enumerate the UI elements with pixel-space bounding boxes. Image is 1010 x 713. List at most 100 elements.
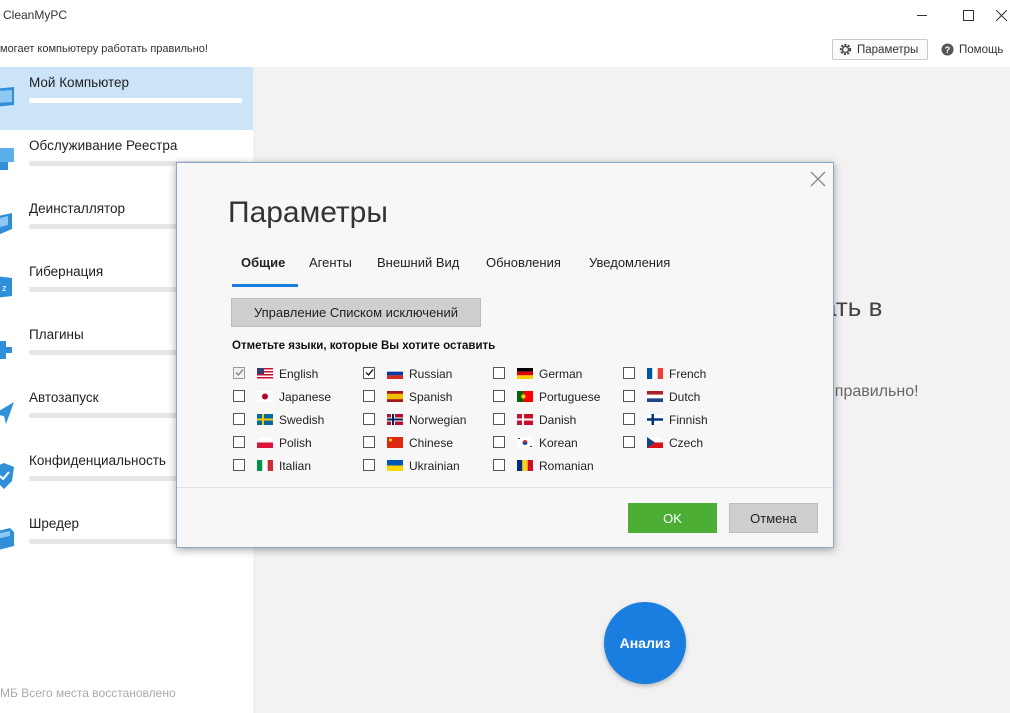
gear-icon	[839, 43, 852, 56]
checkbox[interactable]	[623, 413, 635, 425]
language-label: Ukrainian	[409, 459, 460, 473]
flag-us-icon	[257, 368, 273, 379]
autorun-icon	[0, 402, 14, 424]
help-icon: ?	[941, 43, 954, 56]
tab-general[interactable]: Общие	[241, 255, 285, 270]
flag-ua-icon	[387, 460, 403, 471]
close-window-button[interactable]	[992, 0, 1010, 30]
language-label: Russian	[409, 367, 453, 381]
flag-se-icon	[257, 414, 273, 425]
help-button-label: Помощь	[959, 43, 1004, 56]
language-label: Finnish	[669, 413, 708, 427]
language-label: Dutch	[669, 390, 701, 404]
tab-appearance[interactable]: Внешний Вид	[377, 255, 459, 270]
checkbox[interactable]	[363, 367, 375, 379]
registry-icon	[0, 148, 14, 170]
flag-cz-icon	[647, 437, 663, 448]
svg-text:?: ?	[945, 45, 951, 55]
checkbox[interactable]	[363, 459, 375, 471]
minimize-button[interactable]	[900, 0, 944, 30]
flag-pt-icon	[517, 391, 533, 402]
sidebar-item-label: Автозапуск	[29, 390, 99, 405]
settings-button[interactable]: Параметры	[832, 39, 928, 60]
app-slogan: могает компьютеру работать правильно!	[0, 43, 208, 55]
checkbox[interactable]	[493, 413, 505, 425]
flag-dk-icon	[517, 414, 533, 425]
flag-fi-icon	[647, 414, 663, 425]
language-label: Spanish	[409, 390, 453, 404]
svg-text:z: z	[2, 283, 7, 293]
maximize-icon	[962, 9, 974, 21]
close-icon[interactable]	[810, 171, 826, 187]
tab-updates[interactable]: Обновления	[486, 255, 561, 270]
sidebar-item-label: Шредер	[29, 516, 79, 531]
flag-fr-icon	[647, 368, 663, 379]
flag-es-icon	[387, 391, 403, 402]
app-title: CleanMyPC	[3, 8, 68, 22]
flag-pl-icon	[257, 437, 273, 448]
privacy-icon	[0, 463, 14, 489]
plugins-icon	[0, 341, 12, 359]
checkbox[interactable]	[233, 436, 245, 448]
checkbox[interactable]	[623, 390, 635, 402]
checkbox[interactable]	[363, 413, 375, 425]
checkbox[interactable]	[233, 367, 245, 379]
language-label: Portuguese	[539, 390, 601, 404]
language-label: Chinese	[409, 436, 454, 450]
help-button[interactable]: ? Помощь	[941, 39, 1003, 60]
checkbox[interactable]	[233, 413, 245, 425]
language-label: Danish	[539, 413, 577, 427]
language-label: English	[279, 367, 319, 381]
tab-agents[interactable]: Агенты	[309, 255, 352, 270]
analyze-button[interactable]: Анализ	[604, 602, 686, 684]
manage-exclusions-button[interactable]: Управление Списком исключений	[231, 298, 481, 327]
flag-de-icon	[517, 368, 533, 379]
checkbox[interactable]	[493, 390, 505, 402]
language-label: Japanese	[279, 390, 332, 404]
checkbox[interactable]	[493, 367, 505, 379]
language-label: Norwegian	[409, 413, 467, 427]
computer-icon	[0, 87, 14, 107]
languages-heading: Отметьте языки, которые Вы хотите остави…	[232, 340, 496, 352]
checkbox[interactable]	[233, 459, 245, 471]
sidebar-item-label: Плагины	[29, 327, 84, 342]
hibernation-icon: z	[0, 276, 12, 298]
uninstaller-icon	[0, 213, 12, 235]
hero-subtitle: ь правильно!	[822, 383, 919, 400]
flag-ro-icon	[517, 460, 533, 471]
language-label: Czech	[669, 436, 704, 450]
checkbox[interactable]	[623, 367, 635, 379]
checkbox[interactable]	[363, 436, 375, 448]
shredder-icon	[0, 528, 14, 550]
sidebar-item-label: Гибернация	[29, 264, 104, 279]
active-tab-indicator	[232, 284, 298, 287]
ok-button[interactable]: OK	[628, 503, 717, 533]
checkbox[interactable]	[623, 436, 635, 448]
space-recovered-text: МБ Всего места восстановлено	[0, 686, 176, 700]
language-label: German	[539, 367, 583, 381]
flag-cn-icon	[387, 437, 403, 448]
maximize-button[interactable]	[946, 0, 990, 30]
minimize-icon	[917, 14, 927, 16]
flag-jp-icon	[257, 391, 273, 402]
cancel-button[interactable]: Отмена	[729, 503, 818, 533]
language-label: Korean	[539, 436, 578, 450]
language-label: Romanian	[539, 459, 594, 473]
checkmark-icon	[235, 369, 244, 377]
title-bar: CleanMyPC	[0, 0, 1010, 32]
flag-it-icon	[257, 460, 273, 471]
settings-button-label: Параметры	[857, 43, 919, 56]
close-icon	[995, 9, 1007, 21]
language-label: French	[669, 367, 707, 381]
sidebar-item-label: Конфиденциальность	[29, 453, 166, 468]
sidebar-item-my-computer[interactable]: Мой Компьютер	[0, 67, 253, 130]
sidebar-item-label: Мой Компьютер	[29, 75, 130, 90]
checkbox[interactable]	[493, 459, 505, 471]
tab-notifications[interactable]: Уведомления	[589, 255, 670, 270]
flag-no-icon	[387, 414, 403, 425]
checkbox[interactable]	[493, 436, 505, 448]
flag-ru-icon	[387, 368, 403, 379]
checkbox[interactable]	[233, 390, 245, 402]
settings-dialog: Параметры Общие Агенты Внешний Вид Обнов…	[176, 162, 834, 548]
checkbox[interactable]	[363, 390, 375, 402]
